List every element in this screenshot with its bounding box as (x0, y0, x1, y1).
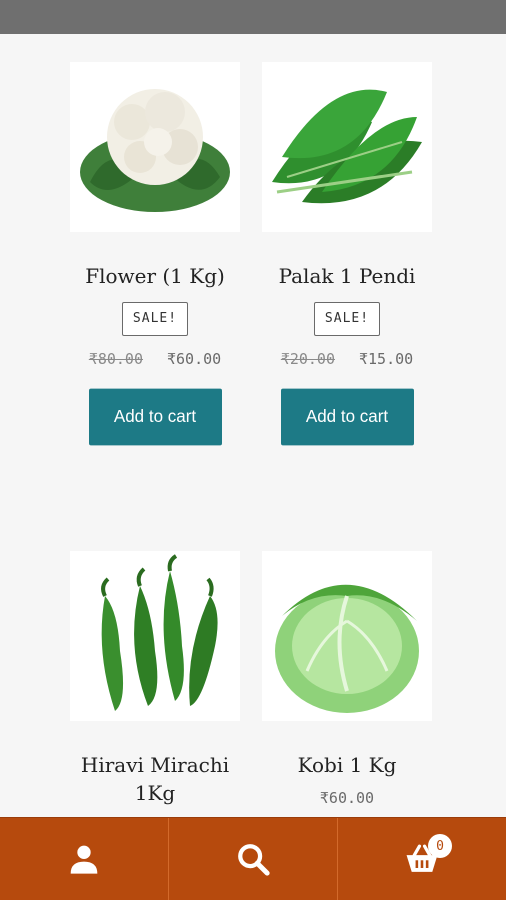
product-card: Flower (1 Kg) SALE! ₹80.00 ₹60.00 Add to… (70, 62, 240, 446)
cabbage-image (275, 584, 419, 713)
product-card: Palak 1 Pendi SALE! ₹20.00 ₹15.00 Add to… (262, 62, 432, 446)
price-row: ₹80.00 ₹60.00 (70, 350, 240, 368)
product-title[interactable]: Kobi 1 Kg (262, 751, 432, 779)
product-image-cabbage[interactable] (262, 551, 432, 721)
account-tab[interactable] (0, 818, 168, 900)
current-price: ₹15.00 (359, 350, 414, 368)
current-price: ₹60.00 (167, 350, 222, 368)
product-card: Hiravi Mirachi 1Kg (70, 551, 240, 807)
bottom-navigation: 0 (0, 817, 506, 900)
cart-tab[interactable]: 0 (337, 818, 506, 900)
old-price: ₹80.00 (88, 350, 143, 368)
product-image-green-chillies[interactable] (70, 551, 240, 721)
price-row: ₹60.00 (262, 789, 432, 807)
current-price: ₹60.00 (319, 789, 375, 807)
product-title[interactable]: Palak 1 Pendi (262, 262, 432, 290)
price-row: ₹20.00 ₹15.00 (262, 350, 432, 368)
cauliflower-image (80, 89, 230, 212)
spinach-image (272, 89, 422, 204)
sale-badge: SALE! (313, 302, 381, 336)
product-image-spinach[interactable] (262, 62, 432, 232)
product-card: Kobi 1 Kg ₹60.00 (262, 551, 432, 807)
status-bar (0, 0, 506, 34)
product-title[interactable]: Flower (1 Kg) (70, 262, 240, 290)
search-tab[interactable] (168, 818, 337, 900)
green-chillies-image (101, 554, 218, 711)
search-icon (238, 844, 270, 876)
sale-badge: SALE! (121, 302, 189, 336)
add-to-cart-button[interactable]: Add to cart (280, 388, 414, 446)
add-to-cart-button[interactable]: Add to cart (88, 388, 222, 446)
user-icon (70, 845, 98, 874)
product-title[interactable]: Hiravi Mirachi 1Kg (70, 751, 240, 807)
cart-count-badge: 0 (428, 834, 452, 858)
product-image-cauliflower[interactable] (70, 62, 240, 232)
old-price: ₹20.00 (280, 350, 335, 368)
